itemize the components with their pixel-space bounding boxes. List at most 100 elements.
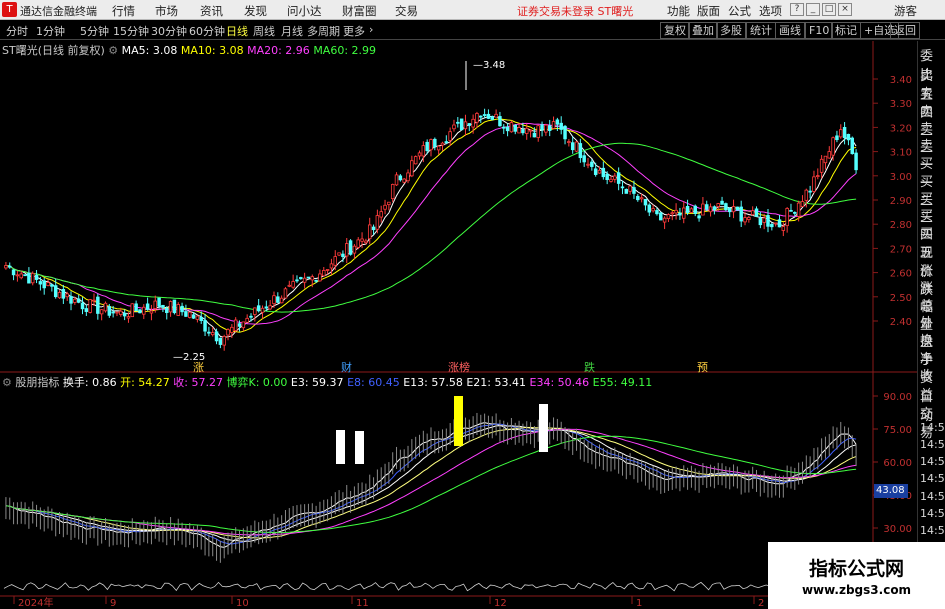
candle-body [402, 178, 406, 183]
candle-body [582, 155, 586, 163]
candle-body [38, 281, 43, 285]
candle-body [448, 131, 452, 141]
kline-chart[interactable]: 3.40 3.30 3.20 3.10 3.00 2.90 2.80 2.70 2.60 2.50… [0, 0, 945, 609]
candle-body [490, 116, 495, 120]
candle-body [704, 204, 709, 210]
candle-body [279, 297, 284, 304]
event-badge-finance[interactable]: 财 [341, 359, 352, 375]
candle-body [578, 143, 583, 159]
ma60-line [5, 142, 857, 313]
candle-body [647, 204, 652, 213]
candle-body [513, 124, 517, 132]
candle-body [781, 226, 786, 231]
candle-body [482, 114, 487, 116]
candle-body [590, 161, 594, 167]
candle-body [61, 289, 66, 299]
candle-body [620, 186, 625, 189]
candle-body [433, 138, 437, 148]
candle-body [387, 201, 391, 205]
candle-body [310, 276, 315, 281]
candle-body [253, 307, 257, 315]
candle-body [348, 240, 353, 255]
candle-body [184, 311, 188, 317]
candle-body [509, 122, 514, 133]
candle-body [53, 285, 58, 298]
date-tick-label: 2024年 [18, 596, 53, 609]
candle-body [639, 197, 644, 200]
candle-body [322, 270, 326, 277]
candle-body [835, 135, 839, 141]
candle-body [341, 253, 345, 258]
candle-body [796, 202, 801, 217]
event-badge-fall[interactable]: 跌 [584, 359, 595, 375]
candle-body [295, 279, 299, 282]
candle-body [165, 307, 169, 313]
candle-body [57, 292, 62, 299]
price-tick-label: 3.40 [890, 75, 912, 86]
date-tick-label: 2 [758, 598, 764, 609]
candle-body [697, 215, 701, 219]
signal-bar [539, 404, 548, 452]
candle-body [701, 203, 705, 216]
candle-body [264, 306, 269, 309]
candle-body [452, 124, 456, 130]
candle-body [8, 265, 12, 268]
candle-body [65, 293, 69, 298]
candle-body [360, 238, 364, 242]
candle-body [850, 137, 854, 155]
candle-body [816, 175, 820, 178]
candle-body [34, 274, 39, 280]
date-tick-label: 10 [236, 598, 249, 609]
date-tick-label: 12 [494, 598, 507, 609]
candle-body [210, 332, 215, 336]
candle-body [383, 204, 387, 210]
candle-body [747, 217, 751, 220]
side-time-2: 14:53 [920, 438, 945, 451]
candle-body [176, 304, 180, 316]
candle-body [302, 277, 307, 283]
candle-body [187, 311, 192, 318]
candle-body [555, 119, 560, 125]
candle-body [479, 115, 483, 118]
price-tick-label: 3.20 [890, 123, 912, 134]
candle-body [655, 210, 659, 215]
event-badge-rise[interactable]: 涨 [193, 359, 204, 375]
candle-body [678, 212, 682, 216]
candle-body [233, 319, 238, 331]
side-time-1: 14:53 [920, 421, 945, 434]
candle-body [329, 263, 334, 269]
candle-body [804, 189, 809, 201]
candle-body [429, 139, 433, 151]
candle-body [463, 121, 468, 130]
candle-body [505, 126, 510, 132]
candle-body [440, 142, 445, 146]
candle-body [153, 300, 158, 309]
candle-body [467, 123, 472, 126]
candle-body [207, 331, 211, 334]
candle-body [739, 206, 743, 222]
candle-body [134, 303, 138, 312]
candle-body [540, 124, 544, 131]
candle-body [379, 211, 383, 218]
candle-body [417, 152, 422, 157]
candle-body [547, 125, 552, 131]
signal-bar [336, 430, 345, 464]
candle-body [268, 305, 272, 310]
candle-body [789, 209, 793, 212]
candle-body [601, 167, 606, 178]
candle-body [226, 329, 230, 336]
candle-body [318, 273, 322, 282]
event-badge-top-list[interactable]: 涨榜 [448, 359, 470, 375]
candle-body [371, 226, 376, 231]
candle-body [609, 178, 613, 182]
candle-body [773, 222, 778, 225]
candle-body [260, 307, 265, 313]
event-badge-forecast[interactable]: 预 [697, 359, 708, 375]
candle-body [708, 206, 713, 213]
side-time-3: 14:54 [920, 455, 945, 468]
candle-body [199, 316, 203, 321]
candle-body [191, 314, 196, 319]
side-time-4: 14:55 [920, 472, 945, 485]
candle-body [222, 335, 226, 346]
indicator-tick-label: 90.00 [883, 392, 912, 403]
